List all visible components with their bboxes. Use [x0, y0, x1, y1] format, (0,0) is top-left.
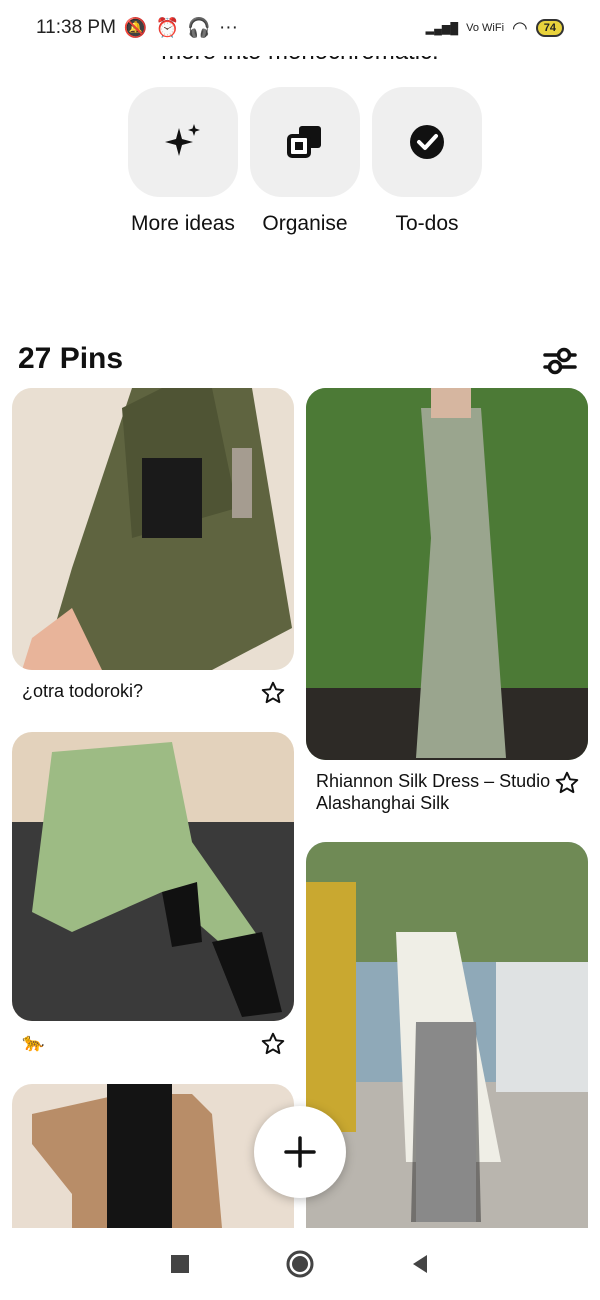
- pin-caption: 🐆: [22, 1032, 45, 1052]
- pin-card[interactable]: [12, 1084, 294, 1228]
- pins-count-title: 27 Pins: [18, 342, 124, 375]
- pin-illustration: [12, 732, 294, 1021]
- more-ideas-button[interactable]: [128, 87, 238, 197]
- home-icon[interactable]: [285, 1249, 315, 1279]
- add-button[interactable]: [254, 1106, 346, 1198]
- organise-icon: [287, 126, 321, 158]
- pin-card[interactable]: [306, 842, 588, 1228]
- more-status-icon: ···: [218, 17, 238, 38]
- signal-icon: ▂▄▆█: [425, 22, 459, 35]
- status-bar: 11:38 PM 🔕 ⏰ 🎧 ··· ▂▄▆█ Vo WiFi ◠ 74: [0, 0, 600, 56]
- check-circle-icon: [410, 125, 444, 159]
- organise-action: Organise: [250, 87, 360, 237]
- alarm-icon: ⏰: [155, 18, 180, 39]
- pin-image[interactable]: [306, 842, 588, 1228]
- pin-illustration: [306, 388, 588, 760]
- pin-image[interactable]: [12, 388, 294, 670]
- pin-caption: ¿otra todoroki?: [22, 681, 144, 701]
- organise-label: Organise: [262, 212, 348, 235]
- network-label: Vo WiFi: [466, 22, 505, 34]
- todos-action: To-dos: [372, 87, 482, 237]
- pin-card[interactable]: 🐆: [12, 732, 294, 1057]
- recents-icon[interactable]: [169, 1253, 191, 1275]
- more-ideas-label: More ideas: [131, 212, 235, 235]
- pin-illustration: [12, 388, 294, 670]
- plus-icon: [284, 1136, 316, 1168]
- wifi-icon: ◠: [512, 17, 528, 38]
- filter-icon[interactable]: [543, 346, 577, 376]
- board-actions: More ideas Organise To-dos: [128, 87, 482, 237]
- sparkle-icon: [165, 124, 200, 156]
- pin-image[interactable]: [306, 388, 588, 760]
- pin-card[interactable]: ¿otra todoroki?: [12, 388, 294, 706]
- star-icon[interactable]: [260, 680, 286, 706]
- headset-icon: 🎧: [187, 18, 211, 39]
- todos-label: To-dos: [395, 212, 459, 235]
- pin-illustration: [306, 842, 588, 1228]
- system-nav-bar: [0, 1228, 600, 1300]
- todos-button[interactable]: [372, 87, 482, 197]
- organise-button[interactable]: [250, 87, 360, 197]
- pin-caption: Rhiannon Silk Dress – Studio Alashanghai…: [316, 771, 551, 813]
- pin-illustration: [12, 1084, 294, 1228]
- pin-image[interactable]: [12, 732, 294, 1021]
- battery-level: 74: [543, 22, 556, 34]
- star-icon[interactable]: [260, 1031, 286, 1057]
- battery-icon: 74: [535, 19, 564, 37]
- mute-icon: 🔕: [123, 18, 148, 39]
- pin-image[interactable]: [12, 1084, 294, 1228]
- more-ideas-action: More ideas: [128, 87, 238, 237]
- status-time: 11:38 PM: [36, 17, 116, 38]
- pin-card[interactable]: Rhiannon Silk Dress – Studio Alashanghai…: [306, 388, 588, 814]
- back-icon[interactable]: [409, 1253, 431, 1275]
- star-icon[interactable]: [554, 770, 580, 796]
